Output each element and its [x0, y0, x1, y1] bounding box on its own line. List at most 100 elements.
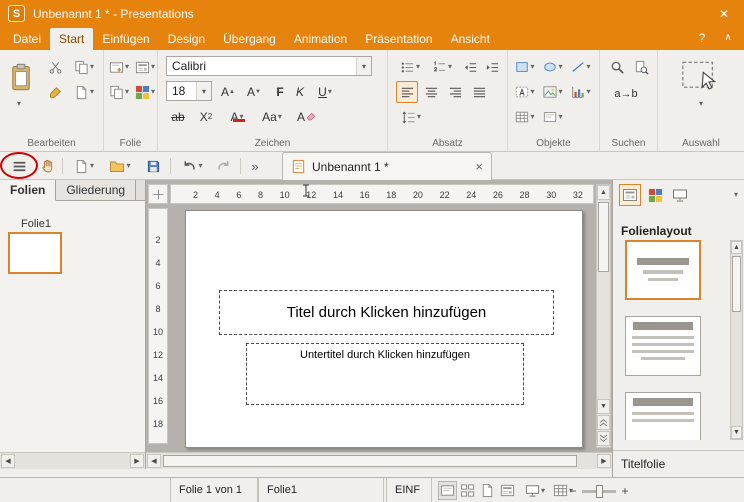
slide-thumbnail[interactable] [8, 232, 62, 274]
scroll-up-button[interactable]: ▲ [731, 241, 742, 254]
chevron-down-icon[interactable]: ▾ [356, 57, 371, 75]
insert-table-button[interactable]: ▾ [512, 106, 538, 128]
italic-button[interactable]: K [290, 81, 310, 102]
horizontal-ruler[interactable]: 2 4 6 8 10 12 14 16 18 20 22 24 26 28 30 32 [170, 184, 594, 204]
tab-uebergang[interactable]: Übergang [214, 28, 285, 50]
search-button[interactable] [606, 56, 628, 78]
layout-thumbnail-titelfolie[interactable] [625, 240, 701, 300]
copy-button[interactable]: ▾ [68, 56, 100, 78]
subtitle-placeholder[interactable]: Untertitel durch Klicken hinzufügen [246, 343, 524, 405]
subscript-button[interactable]: X2 [194, 106, 218, 127]
font-name-combo[interactable]: Calibri ▾ [166, 56, 372, 76]
ribbon-collapse-button[interactable]: ∧ [720, 32, 736, 43]
view-normal-button[interactable] [438, 481, 457, 500]
toolbar-overflow-button[interactable]: » [246, 154, 264, 178]
start-presentation-button[interactable]: ▾ [522, 481, 548, 500]
sidebar-presentation-button[interactable] [669, 184, 691, 206]
tab-datei[interactable]: Datei [4, 28, 50, 50]
format-painter-button[interactable] [44, 81, 66, 103]
zoom-slider-thumb[interactable] [596, 485, 603, 498]
insert-shape-button[interactable]: ▾ [512, 56, 538, 78]
view-outline-button[interactable] [478, 481, 497, 500]
tab-folien[interactable]: Folien [0, 180, 57, 201]
duplicate-slide-button[interactable]: ▾ [106, 81, 132, 103]
chevron-down-icon[interactable]: ▾ [196, 82, 211, 100]
document-tab-close-icon[interactable]: × [475, 159, 483, 174]
tab-start[interactable]: Start [50, 28, 94, 50]
insert-oval-button[interactable]: ▾ [540, 56, 566, 78]
selection-mode-button[interactable] [674, 58, 728, 96]
scrollbar-thumb[interactable] [598, 202, 609, 272]
scroll-right-button[interactable]: ▶ [130, 454, 144, 468]
insert-line-button[interactable]: ▾ [568, 56, 594, 78]
layout-thumbnail-2[interactable] [625, 316, 701, 376]
decrease-indent-button[interactable] [460, 56, 480, 78]
scroll-right-button[interactable]: ▶ [597, 454, 611, 468]
sidebar-scrollbar[interactable]: ▲ ▼ [730, 240, 743, 440]
line-spacing-button[interactable]: ▾ [396, 106, 426, 128]
align-justify-button[interactable] [468, 81, 490, 103]
change-case-button[interactable]: Aa ▾ [256, 106, 288, 127]
scroll-down-button[interactable]: ▼ [731, 426, 742, 439]
vertical-scrollbar[interactable]: ▲ ▼ [596, 184, 611, 448]
panel-horizontal-scrollbar[interactable]: ◀ ▶ [0, 452, 146, 469]
scroll-left-button[interactable]: ◀ [1, 454, 15, 468]
scrollbar-thumb[interactable] [732, 256, 741, 312]
next-slide-button[interactable] [597, 431, 610, 446]
open-document-button[interactable]: ▾ [104, 154, 136, 178]
duplicate-button[interactable]: ▾ [68, 81, 100, 103]
align-center-button[interactable] [420, 81, 442, 103]
replace-button[interactable]: a→b [606, 84, 646, 104]
layout-thumbnail-3[interactable] [625, 392, 701, 440]
tab-animation[interactable]: Animation [285, 28, 356, 50]
cut-button[interactable] [44, 56, 66, 78]
bullet-list-button[interactable]: ▾ [396, 56, 424, 78]
menu-button[interactable] [6, 154, 32, 178]
document-tab[interactable]: Unbenannt 1 * × [282, 152, 492, 180]
font-color-button[interactable]: A ▾ [222, 106, 252, 127]
zoom-out-button[interactable]: − [566, 481, 580, 500]
align-left-button[interactable] [396, 81, 418, 103]
scroll-up-button[interactable]: ▲ [597, 185, 610, 200]
align-right-button[interactable] [444, 81, 466, 103]
paste-button[interactable] [6, 56, 36, 98]
insert-textframe-button[interactable]: ▾ [512, 81, 538, 103]
ruler-corner-button[interactable] [148, 184, 168, 204]
vertical-ruler[interactable]: 2 4 6 8 10 12 14 16 18 [148, 208, 168, 444]
title-placeholder[interactable]: Titel durch Klicken hinzufügen [219, 290, 554, 335]
pan-tool-button[interactable] [36, 154, 60, 178]
strikethrough-button[interactable]: ab [166, 106, 190, 127]
paste-dropdown-icon[interactable]: ▾ [17, 100, 21, 108]
redo-button[interactable] [212, 154, 236, 178]
selection-dropdown-icon[interactable]: ▾ [699, 100, 703, 108]
font-size-combo[interactable]: 18 ▾ [166, 81, 212, 101]
scroll-left-button[interactable]: ◀ [147, 454, 161, 468]
insert-image-button[interactable]: ▾ [540, 81, 566, 103]
scroll-down-button[interactable]: ▼ [597, 399, 610, 414]
sidebar-colors-button[interactable] [644, 184, 666, 206]
tab-gliederung[interactable]: Gliederung [56, 180, 137, 200]
tab-design[interactable]: Design [159, 28, 214, 50]
close-button[interactable]: ✕ [712, 4, 736, 24]
tab-ansicht[interactable]: Ansicht [442, 28, 499, 50]
view-sorter-button[interactable] [458, 481, 477, 500]
grow-font-button[interactable]: A ▲ [216, 81, 240, 102]
increase-indent-button[interactable] [482, 56, 502, 78]
slide-page[interactable]: Titel durch Klicken hinzufügen Untertite… [185, 210, 583, 448]
insert-chart-button[interactable]: ▾ [568, 81, 594, 103]
numbered-list-button[interactable]: ▾ [428, 56, 456, 78]
insert-media-button[interactable]: ▾ [540, 106, 566, 128]
sidebar-layout-button[interactable] [619, 184, 641, 206]
canvas-horizontal-scrollbar[interactable]: ◀ ▶ [146, 452, 612, 469]
zoom-in-button[interactable]: + [618, 481, 632, 500]
shrink-font-button[interactable]: A ▼ [242, 81, 266, 102]
tab-praesentation[interactable]: Präsentation [356, 28, 441, 50]
slide-design-button[interactable]: ▾ [132, 81, 158, 103]
clear-formatting-button[interactable]: A [292, 106, 322, 127]
slide-layout-button[interactable]: ▾ [132, 56, 158, 78]
view-notes-button[interactable] [498, 481, 517, 500]
bold-button[interactable]: F [270, 81, 290, 102]
tab-einfuegen[interactable]: Einfügen [93, 28, 158, 50]
save-button[interactable] [140, 154, 166, 178]
undo-button[interactable]: ▾ [176, 154, 208, 178]
